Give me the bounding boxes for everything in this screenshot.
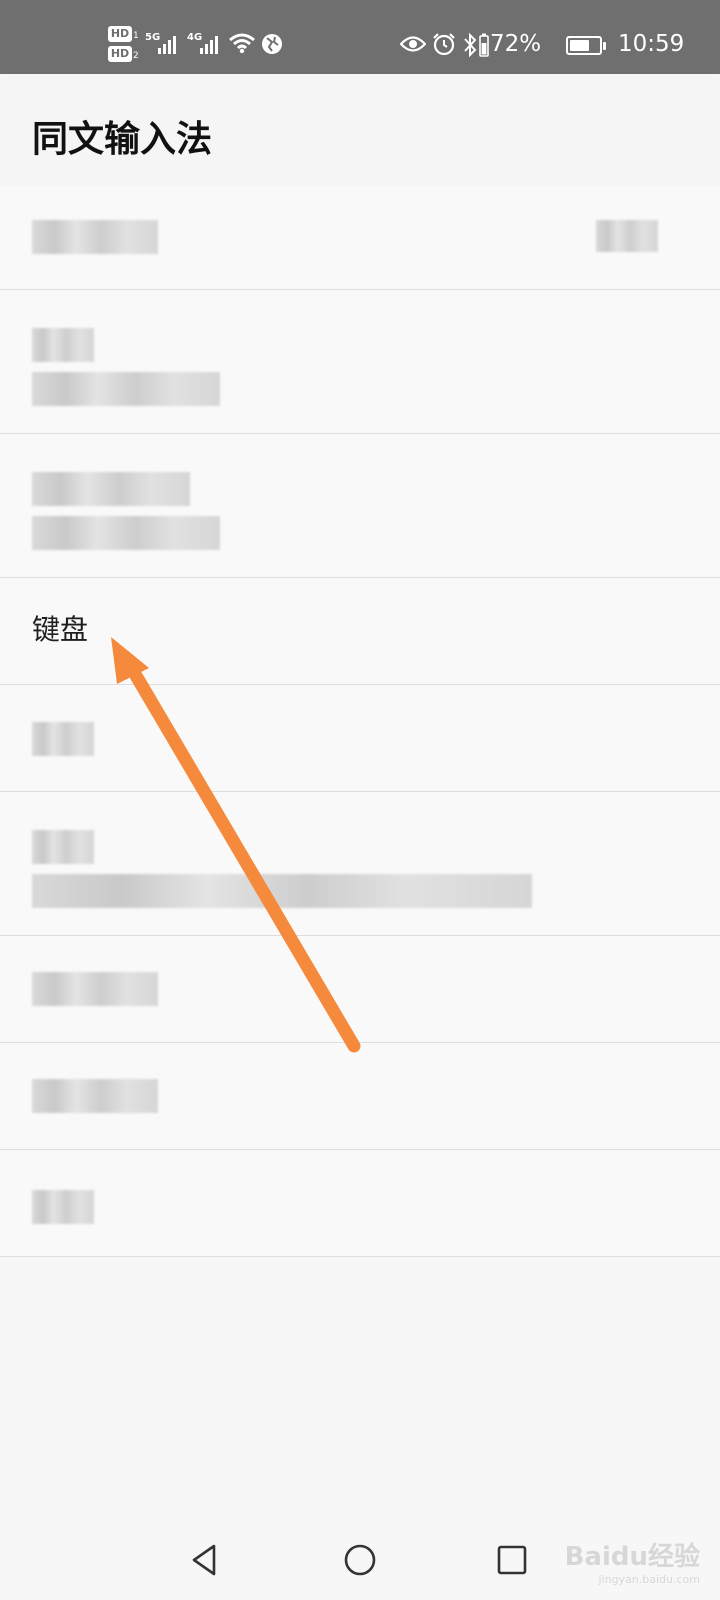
vpn-globe-icon — [262, 34, 282, 54]
settings-item-redacted-3[interactable] — [0, 434, 720, 578]
redacted-summary — [32, 874, 532, 908]
settings-item-redacted-1[interactable] — [0, 186, 720, 290]
redacted-summary — [32, 516, 220, 550]
keyboard-label: 键盘 — [32, 613, 89, 646]
redacted-value — [596, 220, 658, 252]
battery-saver-icon — [479, 33, 489, 57]
back-icon[interactable] — [180, 1536, 228, 1584]
settings-item-keyboard[interactable]: 键盘 — [0, 578, 720, 685]
redacted-summary — [32, 372, 220, 406]
redacted-title — [32, 328, 94, 362]
redacted-title — [32, 472, 190, 506]
status-bar: HD 1 HD 2 5G 4G 72% 10:59 — [0, 0, 720, 74]
redacted-title — [32, 972, 158, 1006]
signal-sim2-icon — [200, 34, 224, 54]
clock: 10:59 — [618, 31, 685, 57]
eye-comfort-icon — [400, 36, 426, 52]
signal-sim1-icon — [158, 34, 182, 54]
recents-icon[interactable] — [488, 1536, 536, 1584]
settings-list: 键盘 — [0, 186, 720, 1257]
hd-sim1-icon: HD 1 — [108, 26, 140, 42]
page-title: 同文输入法 — [32, 119, 213, 160]
settings-item-redacted-6[interactable] — [0, 936, 720, 1043]
baidu-watermark: Baidu经验 jingyan.baidu.com — [564, 1542, 700, 1586]
settings-item-redacted-2[interactable] — [0, 290, 720, 434]
redacted-title — [32, 1190, 94, 1224]
hd-sim2-icon: HD 2 — [108, 46, 140, 62]
redacted-title — [32, 722, 94, 756]
battery-icon — [566, 36, 606, 55]
redacted-title — [32, 220, 158, 254]
home-icon[interactable] — [336, 1536, 384, 1584]
navigation-bar: Baidu经验 jingyan.baidu.com — [0, 1520, 720, 1600]
bluetooth-icon — [464, 32, 477, 58]
battery-percent: 72% — [490, 31, 542, 57]
app-bar: 同文输入法 — [0, 74, 720, 186]
settings-item-redacted-5[interactable] — [0, 792, 720, 936]
settings-item-redacted-7[interactable] — [0, 1043, 720, 1150]
redacted-title — [32, 1079, 158, 1113]
battery-level-fill — [570, 40, 590, 51]
settings-item-redacted-8[interactable] — [0, 1150, 720, 1257]
redacted-title — [32, 830, 94, 864]
system-indicators: 72% 10:59 — [400, 0, 720, 74]
alarm-icon — [433, 33, 455, 56]
wifi-icon — [229, 33, 255, 54]
settings-item-redacted-4[interactable] — [0, 685, 720, 792]
